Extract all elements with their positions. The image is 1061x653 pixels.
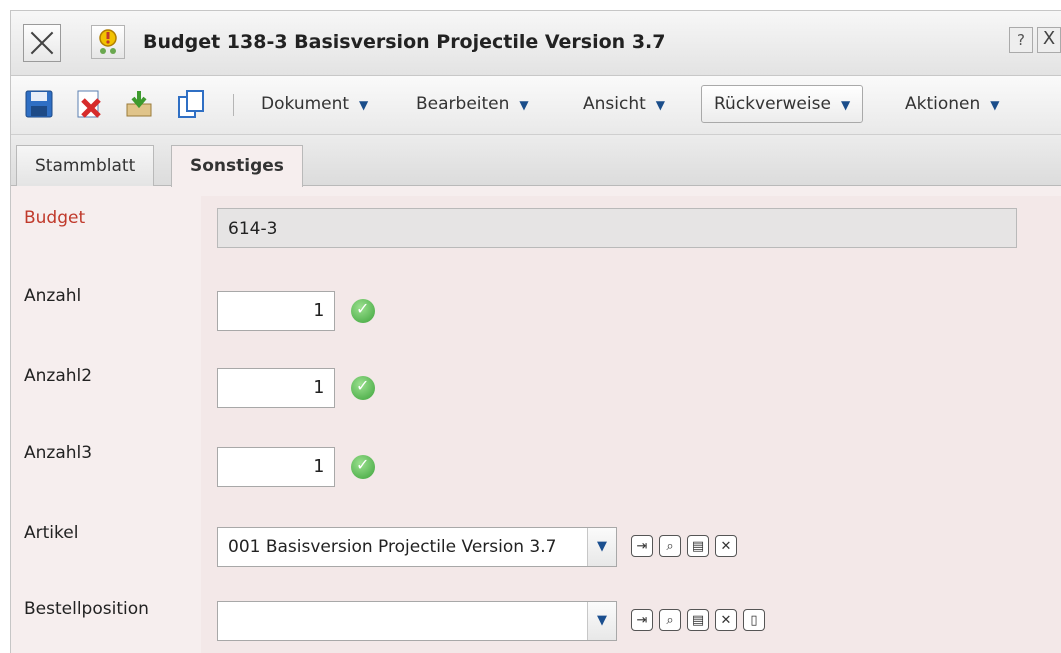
title-bar: Budget 138-3 Basisversion Projectile Ver… — [11, 11, 1061, 76]
menu-rueckverweise[interactable]: Rückverweise ▼ — [701, 85, 864, 123]
anzahl-input[interactable]: 1 — [217, 291, 335, 331]
menu-dokument[interactable]: Dokument ▼ — [261, 94, 368, 114]
tab-strip: Stammblatt Sonstiges — [11, 135, 1061, 187]
bestellposition-label: Bestellposition — [24, 599, 149, 619]
artikel-label: Artikel — [24, 523, 79, 543]
dropdown-arrow-icon: ▼ — [990, 98, 1000, 112]
budget-field: 614-3 — [217, 208, 1017, 248]
search-icon[interactable]: ⌕ — [659, 609, 681, 631]
menu-label: Dokument — [261, 94, 350, 114]
help-button[interactable]: ? — [1009, 27, 1033, 53]
toolbar-separator — [233, 94, 234, 116]
menu-label: Rückverweise — [714, 94, 831, 114]
bestellposition-select[interactable]: ▼ — [217, 601, 617, 641]
menu-label: Bearbeiten — [416, 94, 510, 114]
window-title: Budget 138-3 Basisversion Projectile Ver… — [143, 31, 666, 53]
search-icon[interactable]: ⌕ — [659, 535, 681, 557]
artikel-value: 001 Basisversion Projectile Version 3.7 — [228, 537, 557, 557]
menu-ansicht[interactable]: Ansicht ▼ — [583, 94, 665, 114]
window-close-button[interactable]: X — [1037, 27, 1061, 53]
anzahl-label: Anzahl — [24, 286, 82, 306]
open-icon[interactable]: ⇥ — [631, 535, 653, 557]
clear-icon[interactable]: ✕ — [715, 609, 737, 631]
dropdown-arrow-icon: ▼ — [840, 98, 851, 112]
budget-app-icon — [91, 25, 125, 59]
toolbar: Dokument ▼ Bearbeiten ▼ Ansicht ▼ Rückverwe… — [11, 76, 1061, 135]
anzahl3-label: Anzahl3 — [24, 443, 93, 463]
check-icon — [351, 299, 375, 323]
menu-aktionen[interactable]: Aktionen ▼ — [905, 94, 1000, 114]
clipboard-icon[interactable]: ▤ — [687, 609, 709, 631]
chevron-down-icon[interactable]: ▼ — [587, 528, 616, 566]
dropdown-arrow-icon: ▼ — [655, 98, 666, 112]
menu-label: Ansicht — [583, 94, 646, 114]
chevron-down-icon[interactable]: ▼ — [587, 602, 616, 640]
open-icon[interactable]: ⇥ — [631, 609, 653, 631]
budget-label: Budget — [24, 208, 86, 228]
save-icon[interactable] — [23, 88, 55, 120]
dropdown-arrow-icon: ▼ — [359, 98, 369, 112]
anzahl3-input[interactable]: 1 — [217, 447, 335, 487]
anzahl2-input[interactable]: 1 — [217, 368, 335, 408]
dropdown-arrow-icon: ▼ — [519, 98, 529, 112]
close-icon[interactable] — [23, 24, 61, 62]
tab-sonstiges[interactable]: Sonstiges — [171, 145, 303, 187]
anzahl2-label: Anzahl2 — [24, 366, 93, 386]
download-icon[interactable] — [123, 88, 155, 120]
clear-icon[interactable]: ✕ — [715, 535, 737, 557]
clipboard-icon[interactable]: ▤ — [687, 535, 709, 557]
check-icon — [351, 376, 375, 400]
copy-icon[interactable] — [175, 88, 207, 120]
artikel-select[interactable]: 001 Basisversion Projectile Version 3.7 … — [217, 527, 617, 567]
menu-bearbeiten[interactable]: Bearbeiten ▼ — [416, 94, 529, 114]
delete-icon[interactable] — [73, 88, 105, 120]
menu-label: Aktionen — [905, 94, 981, 114]
document-window: Budget 138-3 Basisversion Projectile Ver… — [10, 10, 1061, 653]
tab-stammblatt[interactable]: Stammblatt — [16, 145, 155, 186]
new-document-icon[interactable]: ▯ — [743, 609, 765, 631]
form-field-area — [201, 196, 1061, 653]
check-icon — [351, 455, 375, 479]
